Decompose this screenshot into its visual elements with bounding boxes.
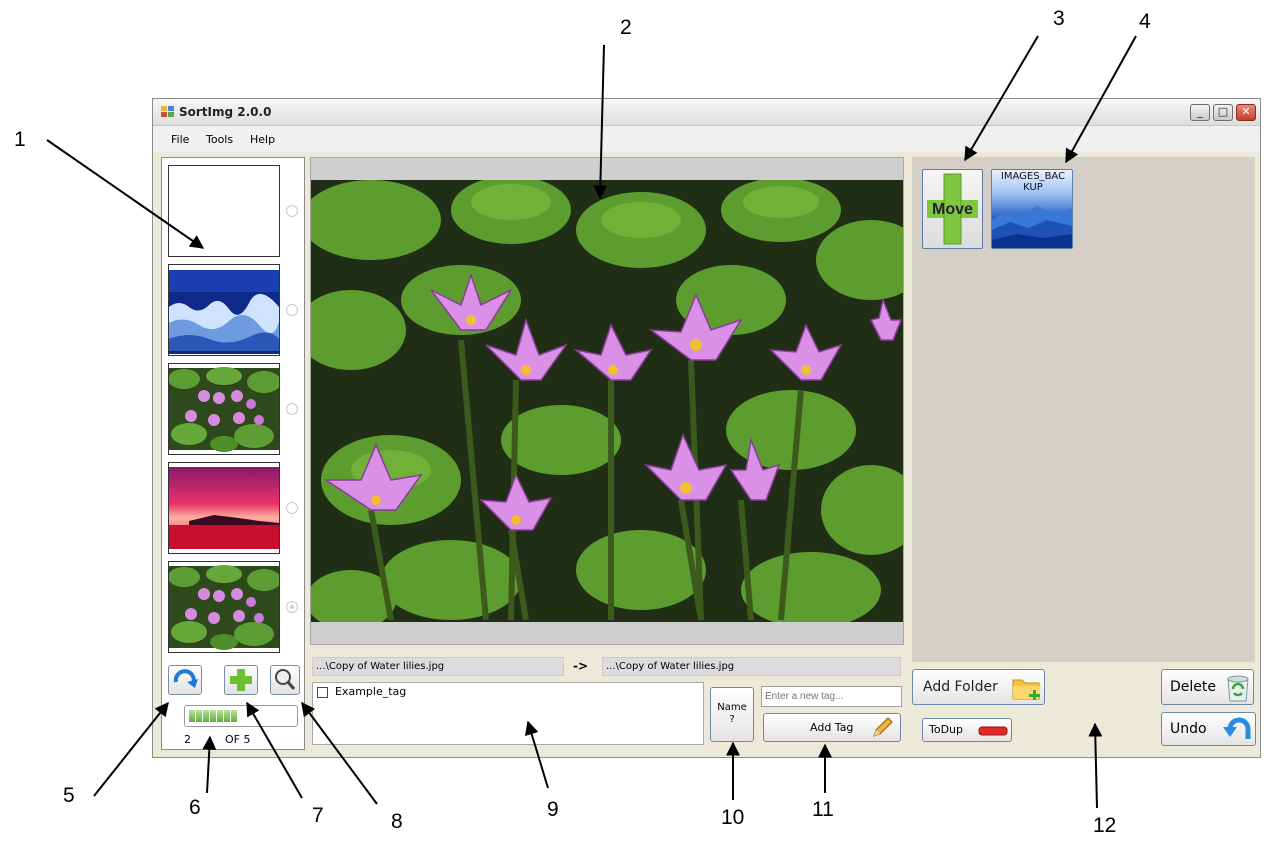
add-tag-label: Add Tag — [810, 721, 854, 734]
minimize-icon: _ — [1197, 105, 1203, 118]
counter-current: 2 — [184, 733, 191, 746]
callout-12: 12 — [1093, 814, 1117, 837]
rotate-button[interactable] — [168, 665, 202, 695]
recycle-bin-icon — [1227, 675, 1249, 702]
counter-total: OF 5 — [225, 733, 251, 746]
progress-segment — [217, 710, 223, 722]
todup-label: ToDup — [929, 723, 964, 736]
thumbnail-blank[interactable] — [168, 165, 280, 257]
image-viewer — [310, 157, 904, 645]
window-title: SortImg 2.0.0 — [179, 105, 272, 119]
add-tag-button[interactable]: Add Tag — [763, 713, 901, 742]
progress-bar — [184, 705, 298, 727]
delete-button[interactable]: Delete — [1161, 669, 1254, 705]
plus-icon — [230, 669, 252, 691]
thumbnail-radio-1[interactable] — [286, 205, 298, 217]
add-folder-button[interactable]: Add Folder — [912, 669, 1045, 705]
folder-button-images-backup[interactable]: IMAGES_BAC KUP — [991, 169, 1073, 249]
add-button[interactable] — [224, 665, 258, 695]
app-window: SortImg 2.0.0 _ □ ✕ File Tools Help 2 OF… — [152, 98, 1261, 758]
move-label: Move — [932, 201, 973, 218]
tag-checkbox[interactable] — [317, 687, 328, 698]
callout-11: 11 — [812, 798, 834, 821]
thumbnail-radio-3[interactable] — [286, 403, 298, 415]
callout-5: 5 — [63, 784, 75, 807]
magnifier-icon — [275, 669, 296, 690]
menu-tools[interactable]: Tools — [206, 133, 233, 146]
callout-1: 1 — [14, 128, 26, 151]
minus-icon — [978, 726, 1008, 736]
undo-icon — [1223, 717, 1251, 739]
rotate-icon — [173, 669, 198, 688]
path-arrow: -> — [573, 659, 589, 673]
progress-segment — [196, 710, 202, 722]
tag-list: Example_tag — [312, 682, 704, 745]
callout-3: 3 — [1053, 7, 1065, 30]
lilies-thumb-image-2 — [169, 562, 279, 652]
thumbnail-radio-2[interactable] — [286, 304, 298, 316]
callout-10: 10 — [721, 806, 745, 829]
minimize-button[interactable]: _ — [1190, 104, 1210, 121]
title-bar: SortImg 2.0.0 _ □ ✕ — [153, 99, 1260, 126]
menu-bar: File Tools Help — [153, 126, 1260, 152]
tag-label: Example_tag — [335, 685, 407, 698]
name-button[interactable]: Name ? — [710, 687, 754, 742]
progress-segment — [210, 710, 216, 722]
callout-8: 8 — [391, 810, 403, 833]
callout-9: 9 — [547, 798, 559, 821]
callout-4: 4 — [1139, 10, 1151, 33]
maximize-button[interactable]: □ — [1213, 104, 1233, 121]
undo-label: Undo — [1170, 721, 1207, 737]
sunset-image — [169, 463, 279, 553]
undo-button[interactable]: Undo — [1161, 712, 1256, 746]
main-image — [311, 180, 903, 622]
menu-file[interactable]: File — [171, 133, 189, 146]
winter-image — [169, 265, 279, 355]
thumbnail-water-lilies[interactable] — [168, 363, 280, 455]
delete-label: Delete — [1170, 679, 1216, 695]
new-tag-input[interactable] — [761, 686, 902, 707]
thumbnail-radio-4[interactable] — [286, 502, 298, 514]
destination-path: ...\Copy of Water lilies.jpg — [602, 657, 901, 676]
close-button[interactable]: ✕ — [1236, 104, 1256, 121]
thumbnail-panel: 2 OF 5 — [161, 157, 305, 750]
progress-segment — [203, 710, 209, 722]
callout-2: 2 — [620, 16, 632, 39]
thumbnail-water-lilies-selected[interactable] — [168, 561, 280, 653]
folder-label: IMAGES_BAC KUP — [1000, 171, 1066, 193]
folders-panel: Move IMAGES_BAC KUP — [912, 157, 1255, 662]
thumbnail-radio-5[interactable] — [286, 601, 298, 613]
source-path: ...\Copy of Water lilies.jpg — [312, 657, 564, 676]
maximize-icon: □ — [1217, 105, 1229, 118]
thumbnail-winter[interactable] — [168, 264, 280, 356]
menu-help[interactable]: Help — [250, 133, 275, 146]
progress-segment — [224, 710, 230, 722]
app-icon — [161, 106, 174, 117]
progress-segment — [189, 710, 195, 722]
close-icon: ✕ — [1241, 105, 1251, 118]
pencil-icon — [873, 717, 893, 737]
move-button[interactable]: Move — [922, 169, 983, 249]
callout-6: 6 — [189, 796, 201, 819]
mountain-icon — [992, 206, 1072, 248]
progress-segment — [231, 710, 237, 722]
zoom-button[interactable] — [270, 665, 300, 695]
water-lilies-image — [311, 180, 903, 622]
add-folder-label: Add Folder — [923, 679, 998, 695]
folder-add-icon — [1012, 679, 1041, 700]
callout-7: 7 — [312, 804, 324, 827]
lilies-thumb-image — [169, 364, 279, 454]
todup-button[interactable]: ToDup — [922, 718, 1012, 742]
thumbnail-sunset[interactable] — [168, 462, 280, 554]
